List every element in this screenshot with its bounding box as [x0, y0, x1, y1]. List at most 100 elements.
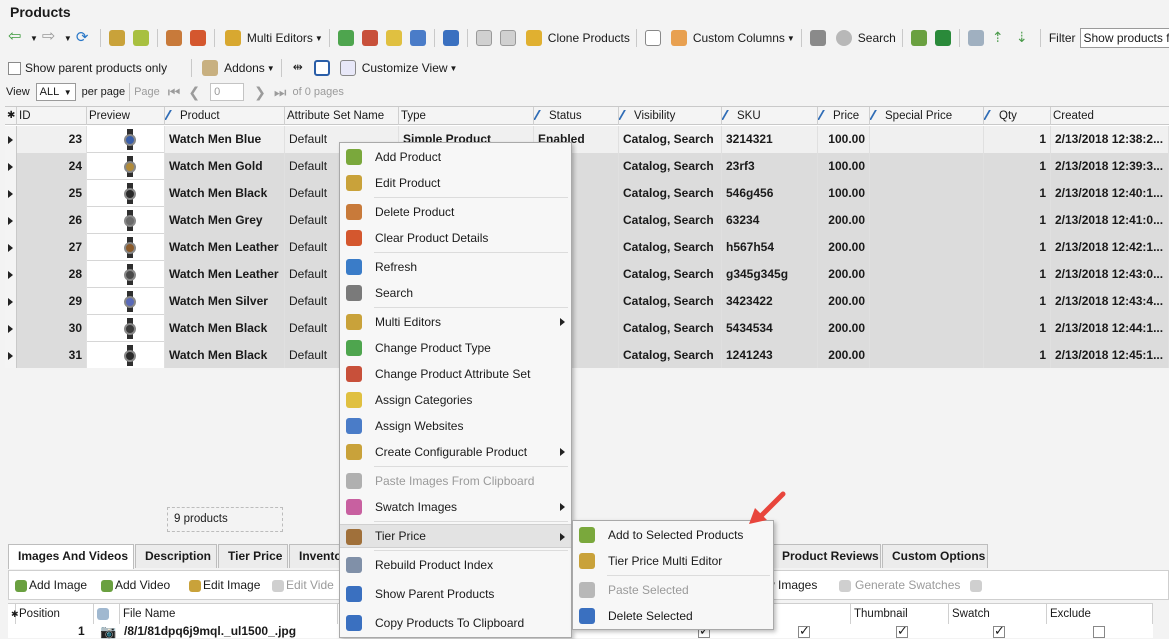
image-row-exclude-checkbox[interactable] — [1093, 626, 1105, 638]
change-type-icon[interactable] — [338, 30, 354, 46]
menu-item-assign-websites[interactable]: Assign Websites — [340, 414, 571, 438]
column-header-qty[interactable]: Qty — [984, 107, 1051, 125]
cell-special[interactable] — [870, 315, 984, 342]
row-indicator[interactable] — [5, 342, 17, 368]
filter-clear-icon[interactable] — [810, 30, 826, 46]
search-button[interactable]: Search — [830, 30, 898, 46]
column-header-product[interactable]: Product — [165, 107, 285, 125]
submenu-item-add-to-selected-products[interactable]: Add to Selected Products — [573, 523, 773, 547]
cell-sku[interactable]: g345g345g — [722, 261, 818, 288]
cell-created[interactable]: 2/13/2018 12:44:1... — [1051, 315, 1169, 342]
show-parent-checkbox[interactable] — [8, 62, 21, 75]
back-dropdown-icon[interactable]: ▼ — [30, 34, 38, 43]
cell-visibility[interactable]: Catalog, Search — [619, 342, 722, 368]
cell-visibility[interactable]: Catalog, Search — [619, 153, 722, 180]
clone-products-button[interactable]: Clone Products — [520, 30, 632, 46]
table-row[interactable]: 31Watch Men BlackDefaultdCatalog, Search… — [5, 342, 1169, 368]
sort-desc-icon[interactable]: ⇣ — [1016, 30, 1032, 46]
excel-icon[interactable] — [935, 30, 951, 46]
cell-qty[interactable]: 1 — [984, 180, 1051, 207]
cell-special[interactable] — [870, 261, 984, 288]
menu-item-copy-products-to-clipboard[interactable]: Copy Products To Clipboard — [340, 611, 571, 635]
cell-price[interactable]: 200.00 — [818, 315, 870, 342]
copy-icon[interactable] — [476, 30, 492, 46]
cell-visibility[interactable]: Catalog, Search — [619, 261, 722, 288]
export-icon[interactable] — [645, 30, 661, 46]
delete-product-icon[interactable] — [166, 30, 182, 46]
menu-item-change-product-attribute-set[interactable]: Change Product Attribute Set — [340, 362, 571, 386]
table-row[interactable]: 26Watch Men GreyDefaultdCatalog, Search6… — [5, 207, 1169, 234]
cell-price[interactable]: 200.00 — [818, 261, 870, 288]
column-header-price[interactable]: Price — [818, 107, 870, 125]
cell-id[interactable]: 24 — [17, 153, 87, 180]
image-row-swatch-checkbox[interactable] — [993, 626, 1005, 638]
row-indicator[interactable] — [5, 261, 17, 288]
column-header-exclude[interactable]: Exclude — [1047, 604, 1153, 624]
page-input[interactable]: 0 — [210, 83, 244, 101]
column-header-id[interactable]: ID — [17, 107, 87, 125]
cell-visibility[interactable]: Catalog, Search — [619, 315, 722, 342]
row-indicator[interactable] — [5, 315, 17, 342]
back-arrow-icon[interactable]: ⇦ — [8, 30, 24, 46]
auto-size-icon[interactable] — [314, 60, 330, 76]
cell-qty[interactable]: 1 — [984, 342, 1051, 368]
column-header-created[interactable]: Created — [1051, 107, 1169, 125]
table-row[interactable]: 25Watch Men BlackDefaultdCatalog, Search… — [5, 180, 1169, 207]
cell-sku[interactable]: 546g456 — [722, 180, 818, 207]
cell-sku[interactable]: 5434534 — [722, 315, 818, 342]
cell-product[interactable]: Watch Men Black — [165, 180, 285, 207]
add-product-icon[interactable] — [109, 30, 125, 46]
menu-item-paste-images-from-clipboard[interactable]: Paste Images From Clipboard — [340, 469, 571, 493]
shield-icon[interactable] — [443, 30, 459, 46]
column-header-special-price[interactable]: Special Price — [870, 107, 984, 125]
cell-special[interactable] — [870, 207, 984, 234]
column-header-type[interactable]: Type — [399, 107, 534, 125]
row-indicator[interactable] — [5, 126, 17, 153]
menu-item-change-product-type[interactable]: Change Product Type — [340, 336, 571, 360]
cell-special[interactable] — [870, 288, 984, 315]
cell-product[interactable]: Watch Men Gold — [165, 153, 285, 180]
column-header-sku[interactable]: SKU — [722, 107, 818, 125]
table-row[interactable]: 28Watch Men LeatherDefaultdCatalog, Sear… — [5, 261, 1169, 288]
cell-visibility[interactable]: Catalog, Search — [619, 180, 722, 207]
forward-dropdown-icon[interactable]: ▼ — [64, 34, 72, 43]
tab-tier-price[interactable]: Tier Price — [218, 544, 288, 568]
images-select-all-header[interactable]: ✱ — [8, 604, 16, 624]
view-select[interactable]: ALL ▼ — [36, 83, 76, 101]
edit-product-icon[interactable] — [133, 30, 149, 46]
tab-product-reviews[interactable]: Product Reviews — [772, 544, 881, 568]
tab-description[interactable]: Description — [135, 544, 217, 568]
add-video-button[interactable]: Add Video — [101, 578, 170, 592]
cell-special[interactable] — [870, 126, 984, 153]
table-row[interactable]: 30Watch Men BlackDefaultdCatalog, Search… — [5, 315, 1169, 342]
refresh-icon[interactable]: ⟳ — [76, 30, 92, 46]
paste-icon[interactable] — [500, 30, 516, 46]
column-header-thumbnail[interactable]: Thumbnail — [851, 604, 949, 624]
column-header-swatch[interactable]: Swatch — [949, 604, 1047, 624]
submenu-item-paste-selected[interactable]: Paste Selected — [573, 578, 773, 602]
cell-special[interactable] — [870, 153, 984, 180]
cell-qty[interactable]: 1 — [984, 207, 1051, 234]
row-indicator[interactable] — [5, 207, 17, 234]
cell-sku[interactable]: 63234 — [722, 207, 818, 234]
cell-created[interactable]: 2/13/2018 12:38:2... — [1051, 126, 1169, 153]
image-row-thumbnail-checkbox[interactable] — [896, 626, 908, 638]
cell-id[interactable]: 31 — [17, 342, 87, 368]
add-image-button[interactable]: Add Image — [15, 578, 87, 592]
cell-special[interactable] — [870, 180, 984, 207]
cell-sku[interactable]: 3214321 — [722, 126, 818, 153]
cell-id[interactable]: 27 — [17, 234, 87, 261]
menu-item-clear-product-details[interactable]: Clear Product Details — [340, 226, 571, 250]
cell-id[interactable]: 26 — [17, 207, 87, 234]
cell-created[interactable]: 2/13/2018 12:39:3... — [1051, 153, 1169, 180]
addons-button[interactable]: Addons ▼ — [196, 60, 277, 76]
cell-id[interactable]: 30 — [17, 315, 87, 342]
cell-visibility[interactable]: Catalog, Search — [619, 234, 722, 261]
column-header-small[interactable]: ll — [765, 604, 851, 624]
image-row-small-checkbox[interactable] — [798, 626, 810, 638]
fit-columns-icon[interactable]: ⇹ — [290, 60, 306, 76]
menu-item-add-product[interactable]: Add Product — [340, 145, 571, 169]
cell-product[interactable]: Watch Men Leather — [165, 234, 285, 261]
menu-item-delete-product[interactable]: Delete Product — [340, 200, 571, 224]
row-indicator[interactable] — [5, 234, 17, 261]
